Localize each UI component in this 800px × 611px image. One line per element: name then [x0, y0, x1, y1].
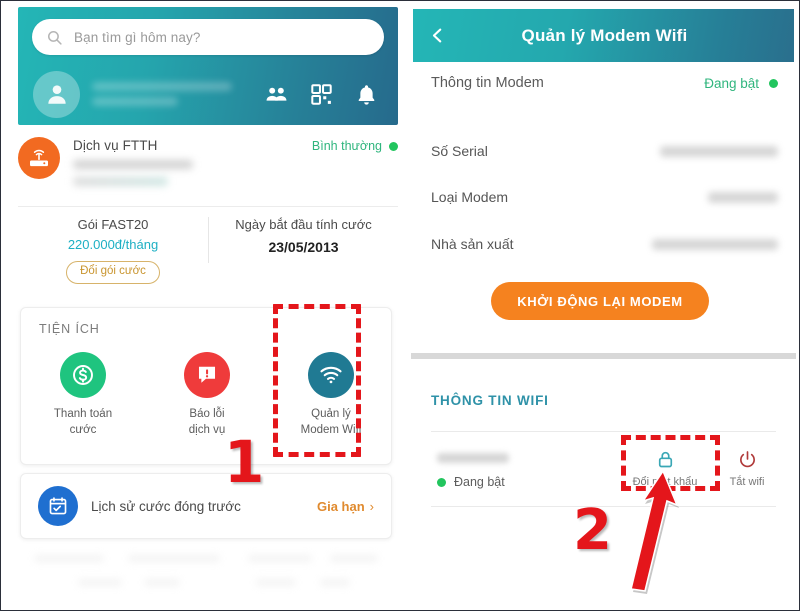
status-dot-icon — [437, 477, 446, 487]
utility-item-payment[interactable]: Thanh toán cước — [21, 352, 145, 438]
search-icon — [46, 29, 63, 46]
page-title: Quản lý Modem Wifi — [521, 25, 688, 45]
restart-modem-button[interactable]: KHỞI ĐỘNG LẠI MODEM — [491, 282, 709, 320]
service-status-label: Bình thường — [311, 139, 382, 153]
modem-section-title: Thông tin Modem — [431, 75, 544, 91]
user-name-redacted — [92, 77, 265, 111]
alert-message-icon — [184, 352, 230, 398]
section-divider — [411, 353, 796, 359]
dollar-circle-icon — [60, 352, 106, 398]
calendar-check-icon — [38, 486, 78, 526]
status-dot-icon — [769, 78, 778, 88]
chevron-right-icon: › — [369, 498, 374, 514]
billing-start-date: 23/05/2013 — [268, 239, 339, 255]
modem-section-header: Thông tin Modem Đang bật — [407, 75, 799, 91]
chevron-left-icon — [432, 28, 441, 43]
step-number-1: 1 — [224, 428, 265, 496]
wifi-status: Đang bật — [437, 475, 505, 489]
divider — [18, 206, 398, 207]
profile-row — [18, 63, 398, 125]
turn-off-wifi-label: Tắt wifi — [729, 476, 765, 488]
billing-start-label: Ngày bắt đầu tính cước — [235, 217, 372, 232]
search-placeholder-text: Bạn tìm gì hôm nay? — [74, 29, 201, 45]
change-plan-button[interactable]: Đổi gói cước — [66, 261, 160, 284]
table-row: Loại Modem — [407, 186, 799, 208]
bell-icon[interactable] — [355, 83, 378, 106]
search-input[interactable]: Bạn tìm gì hôm nay? — [32, 19, 384, 55]
screenshot-root: Bạn tìm gì hôm nay? Dịch vụ FTTH Bình th… — [0, 0, 800, 611]
row-key: Loại Modem — [431, 189, 509, 205]
wifi-status-label: Đang bật — [454, 475, 505, 489]
turn-off-wifi-button[interactable]: Tắt wifi — [711, 449, 783, 488]
row-key: Nhà sản xuất — [431, 236, 514, 252]
row-value-redacted — [660, 145, 778, 157]
service-title: Dịch vụ FTTH — [73, 138, 158, 153]
prepaid-history-label: Lịch sử cước đóng trước — [91, 498, 241, 514]
service-detail-redacted — [73, 160, 312, 186]
utility-item-report-error[interactable]: Báo lỗi dịch vụ — [145, 352, 269, 438]
friends-icon[interactable] — [265, 83, 288, 106]
page-header: Quản lý Modem Wifi — [413, 9, 794, 62]
prepaid-history-card[interactable]: Lịch sử cước đóng trước Gia hạn › — [20, 473, 392, 539]
utility-label: Báo lỗi dịch vụ — [188, 408, 226, 436]
divider — [431, 431, 776, 432]
plan-right: Ngày bắt đầu tính cước 23/05/2013 — [209, 215, 398, 293]
status-dot-icon — [389, 141, 398, 151]
table-row: Nhà sản xuất — [407, 233, 799, 255]
utilities-title: TIỆN ÍCH — [39, 322, 100, 336]
header-icon-group — [265, 83, 378, 106]
pointer-arrow-icon — [630, 471, 679, 594]
faded-bottom-content — [20, 549, 392, 605]
highlight-box-step-1 — [273, 304, 361, 457]
wifi-section-title: THÔNG TIN WIFI — [431, 393, 549, 408]
app-header: Bạn tìm gì hôm nay? — [18, 7, 398, 125]
back-button[interactable] — [413, 26, 461, 45]
step-number-2: 2 — [573, 498, 612, 563]
service-row[interactable]: Dịch vụ FTTH Bình thường — [18, 135, 398, 197]
modem-status-label: Đang bật — [704, 75, 759, 91]
plan-name: Gói FAST20 — [77, 217, 149, 232]
service-status: Bình thường — [312, 135, 398, 153]
qr-code-icon[interactable] — [310, 83, 333, 106]
row-value-redacted — [708, 191, 778, 203]
left-phone-screen: Bạn tìm gì hôm nay? Dịch vụ FTTH Bình th… — [2, 1, 406, 610]
utility-label: Thanh toán cước — [53, 408, 113, 436]
wifi-ssid-redacted — [437, 453, 509, 463]
renew-label: Gia hạn — [316, 498, 365, 514]
modem-router-icon — [18, 137, 60, 179]
plan-price: 220.000đ/tháng — [67, 237, 159, 252]
power-icon — [739, 451, 755, 468]
plan-block: Gói FAST20 220.000đ/tháng Đổi gói cước N… — [18, 215, 398, 293]
row-key: Số Serial — [431, 143, 488, 159]
service-info: Dịch vụ FTTH — [73, 135, 312, 186]
avatar[interactable] — [33, 70, 80, 118]
renew-button[interactable]: Gia hạn › — [317, 499, 374, 514]
plan-left: Gói FAST20 220.000đ/tháng Đổi gói cước — [18, 215, 208, 293]
row-value-redacted — [652, 238, 778, 250]
table-row: Số Serial — [407, 140, 799, 162]
